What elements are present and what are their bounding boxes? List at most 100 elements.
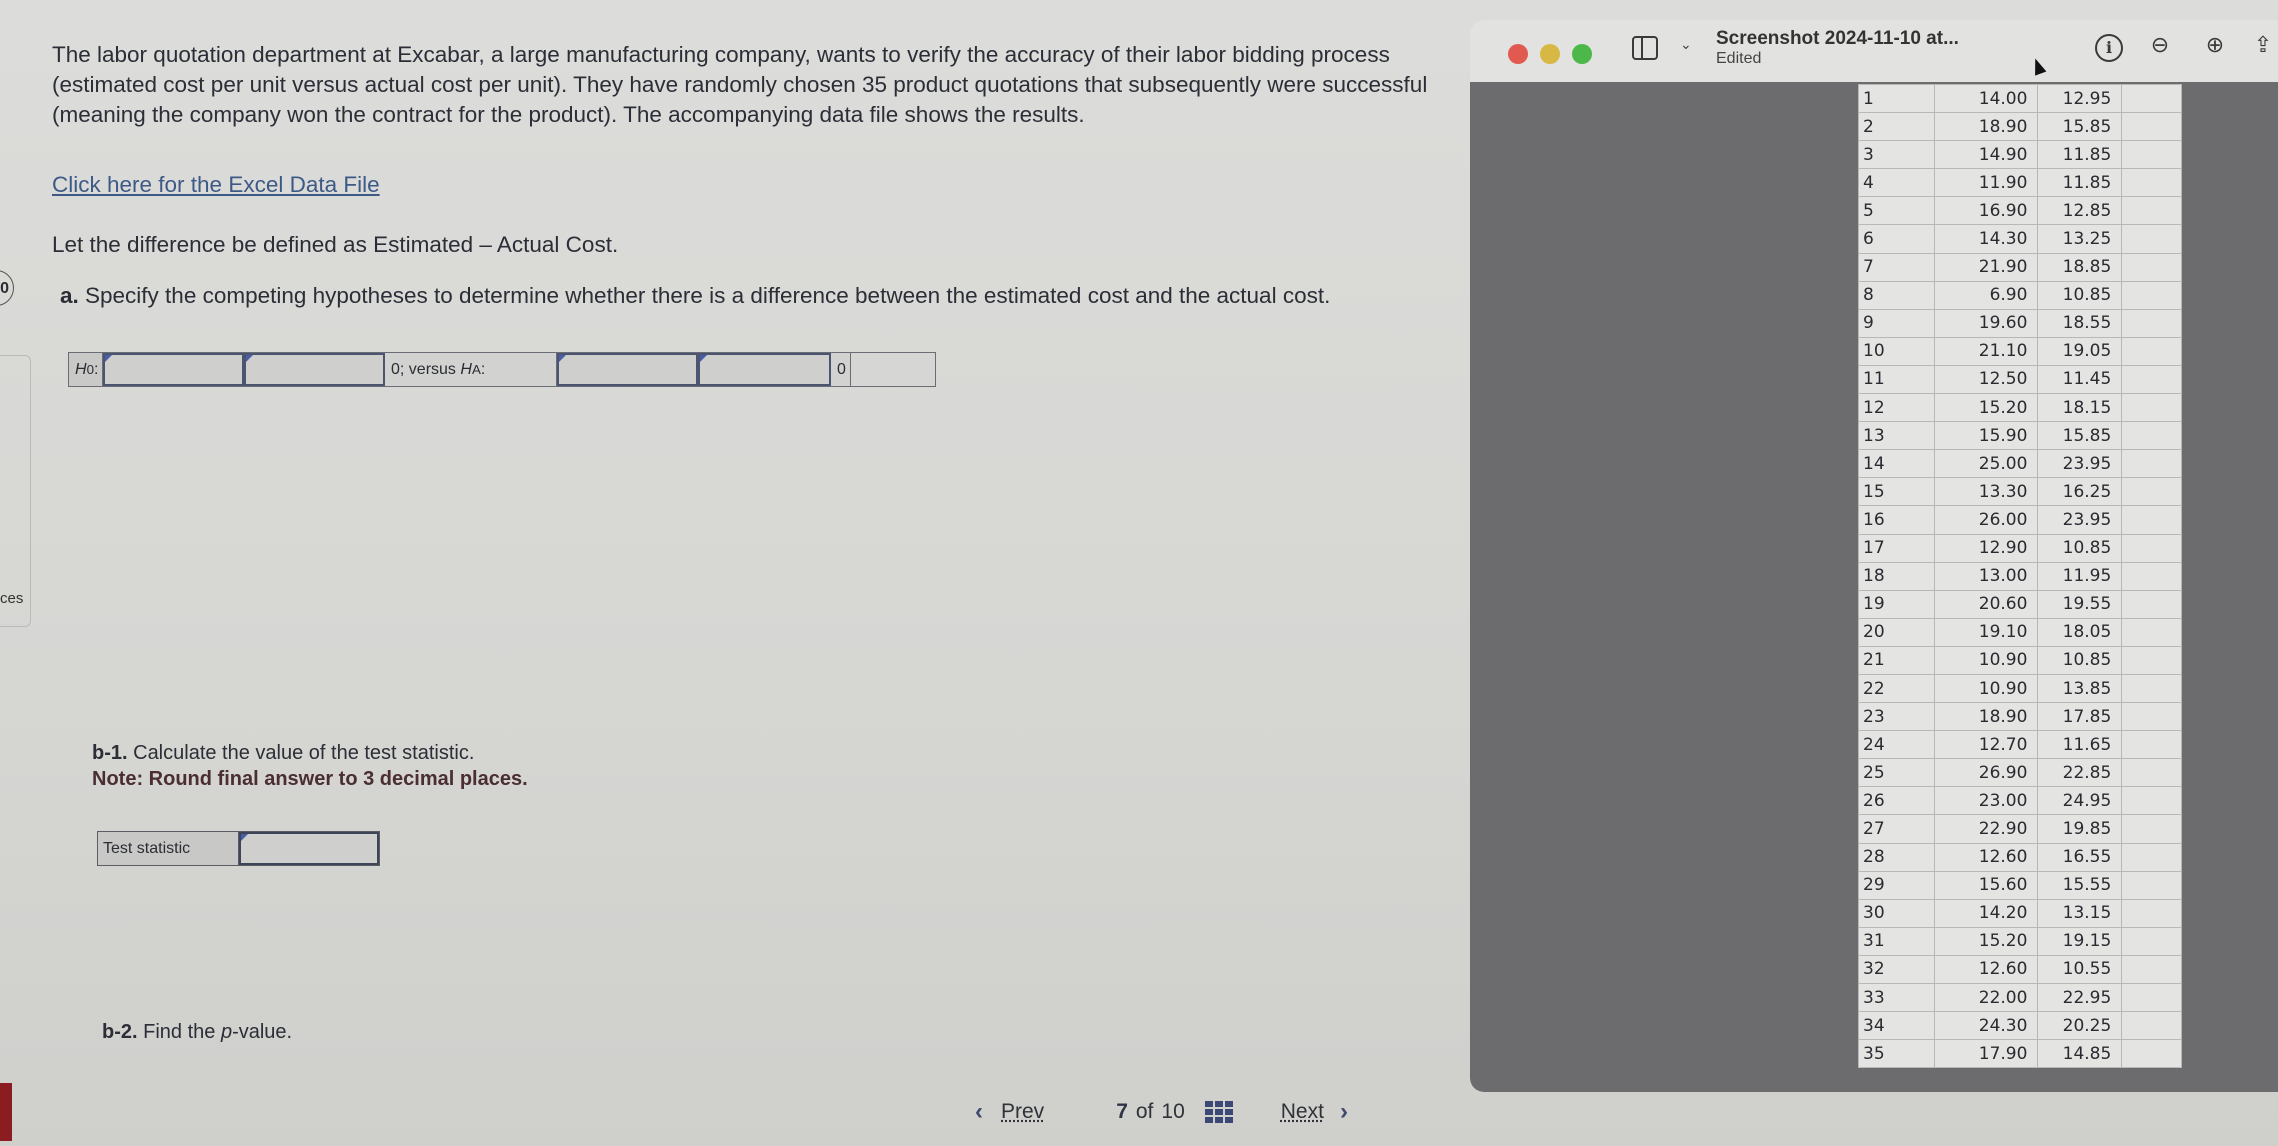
empty-cell <box>2121 1011 2182 1041</box>
estimated-cost: 26.00 <box>1933 505 2039 535</box>
next-chevron-icon[interactable]: › <box>1340 1098 1348 1126</box>
table-row: 6 14.30 13.25 <box>1858 224 2182 254</box>
chevron-down-icon[interactable]: ⌄ <box>1680 36 1692 53</box>
estimated-cost: 15.20 <box>1933 393 2039 423</box>
row-index: 16 <box>1858 505 1935 535</box>
question-score-badge: 0 <box>0 270 14 306</box>
actual-cost: 19.85 <box>2037 814 2123 844</box>
actual-cost: 20.25 <box>2037 1011 2123 1041</box>
actual-cost: 11.85 <box>2037 168 2123 198</box>
part-a-prompt: a. Specify the competing hypotheses to d… <box>60 283 1330 309</box>
table-row: 26 23.00 24.95 <box>1858 786 2182 816</box>
estimated-cost: 12.90 <box>1933 533 2039 563</box>
zoom-in-icon[interactable]: ⊕ <box>2200 30 2230 60</box>
row-index: 14 <box>1858 449 1935 479</box>
actual-cost: 23.95 <box>2037 505 2123 535</box>
row-index: 34 <box>1858 1011 1935 1041</box>
row-index: 35 <box>1858 1039 1935 1069</box>
difference-definition: Let the difference be defined as Estimat… <box>52 232 619 257</box>
table-row: 7 21.90 18.85 <box>1858 252 2182 282</box>
part-b1-label: b-1. <box>92 742 128 764</box>
row-index: 9 <box>1858 308 1935 338</box>
estimated-cost: 12.60 <box>1933 842 2039 872</box>
row-index: 1 <box>1858 83 1935 114</box>
actual-cost: 12.95 <box>2037 83 2123 114</box>
h0-operator-select[interactable] <box>244 353 385 386</box>
actual-cost: 10.55 <box>2037 954 2123 985</box>
table-row: 30 14.20 13.15 <box>1858 898 2182 928</box>
prev-chevron-icon[interactable]: ‹ <box>975 1098 983 1126</box>
estimated-cost: 14.90 <box>1933 140 2039 170</box>
h0-parameter-select[interactable] <box>103 353 244 386</box>
sidebar-icon[interactable] <box>1632 36 1658 60</box>
table-row: 29 15.60 15.55 <box>1858 870 2182 900</box>
rounding-note: Note: Round final answer to 3 decimal pl… <box>92 768 528 790</box>
empty-cell <box>2121 336 2182 366</box>
total-questions: 10 <box>1161 1100 1185 1123</box>
empty-cell <box>2121 645 2182 675</box>
row-index: 4 <box>1858 168 1935 198</box>
question-grid-icon[interactable] <box>1204 1101 1233 1123</box>
share-icon[interactable]: ⇪ <box>2248 30 2278 60</box>
empty-cell <box>2121 477 2182 507</box>
test-statistic-input[interactable] <box>239 832 379 865</box>
empty-cell <box>2121 926 2182 956</box>
table-row: 28 12.60 16.55 <box>1858 842 2182 872</box>
estimated-cost: 14.20 <box>1933 898 2039 928</box>
empty-cell <box>2121 364 2182 395</box>
table-row: 1 14.00 12.95 <box>1858 83 2182 114</box>
row-index: 19 <box>1858 589 1935 619</box>
table-row: 23 18.90 17.85 <box>1858 702 2182 732</box>
prev-button[interactable]: Prev <box>1001 1100 1044 1124</box>
preview-window: ⌄ Screenshot 2024-11-10 at... Edited i ⊖… <box>1470 20 2278 1092</box>
empty-cell <box>2121 224 2182 254</box>
table-row: 16 26.00 23.95 <box>1858 505 2182 535</box>
empty-cell <box>2121 505 2182 535</box>
actual-cost: 17.85 <box>2037 702 2123 732</box>
close-window-button[interactable] <box>1508 44 1528 64</box>
row-index: 20 <box>1858 617 1935 647</box>
info-icon[interactable]: i <box>2095 34 2123 62</box>
table-row: 34 24.30 20.25 <box>1858 1011 2182 1041</box>
empty-cell <box>2121 196 2182 226</box>
empty-cell <box>2121 1039 2182 1069</box>
ha-parameter-select[interactable] <box>557 353 698 386</box>
table-row: 32 12.60 10.55 <box>1858 954 2182 985</box>
row-index: 23 <box>1858 702 1935 732</box>
zoom-out-icon[interactable]: ⊖ <box>2145 30 2175 60</box>
empty-cell <box>2121 673 2182 704</box>
empty-cell <box>2121 168 2182 198</box>
estimated-cost: 18.90 <box>1933 112 2039 142</box>
estimated-cost: 15.90 <box>1933 421 2039 451</box>
row-index: 29 <box>1858 870 1935 900</box>
estimated-cost: 12.70 <box>1933 730 2039 760</box>
actual-cost: 11.95 <box>2037 561 2123 591</box>
row-index: 10 <box>1858 336 1935 366</box>
estimated-cost: 23.00 <box>1933 786 2039 816</box>
table-row: 22 10.90 13.85 <box>1858 673 2182 704</box>
table-row: 18 13.00 11.95 <box>1858 561 2182 591</box>
minimize-window-button[interactable] <box>1540 44 1560 64</box>
ha-operator-select[interactable] <box>698 353 831 386</box>
next-button[interactable]: Next <box>1281 1100 1324 1124</box>
part-b2-text: Find the <box>137 1021 221 1043</box>
table-row: 31 15.20 19.15 <box>1858 926 2182 956</box>
maximize-window-button[interactable] <box>1572 44 1592 64</box>
row-index: 32 <box>1858 954 1935 985</box>
actual-cost: 19.15 <box>2037 926 2123 956</box>
excel-data-file-link[interactable]: Click here for the Excel Data File <box>52 172 380 198</box>
empty-cell <box>2121 898 2182 928</box>
question-navigation: ‹ Prev 7 of 10 Next › <box>975 1098 1348 1126</box>
estimated-cost: 15.20 <box>1933 926 2039 956</box>
side-red-tab[interactable] <box>0 1083 12 1141</box>
actual-cost: 15.85 <box>2037 112 2123 142</box>
table-row: 21 10.90 10.85 <box>1858 645 2182 675</box>
estimated-cost: 16.90 <box>1933 196 2039 226</box>
actual-cost: 14.85 <box>2037 1039 2123 1069</box>
preview-title: Screenshot 2024-11-10 at... <box>1716 28 1959 49</box>
empty-cell <box>2121 814 2182 844</box>
part-b1-text: Calculate the value of the test statisti… <box>127 742 475 764</box>
row-index: 27 <box>1858 814 1935 844</box>
actual-cost: 11.65 <box>2037 730 2123 760</box>
side-panel-label: ces <box>0 590 24 607</box>
